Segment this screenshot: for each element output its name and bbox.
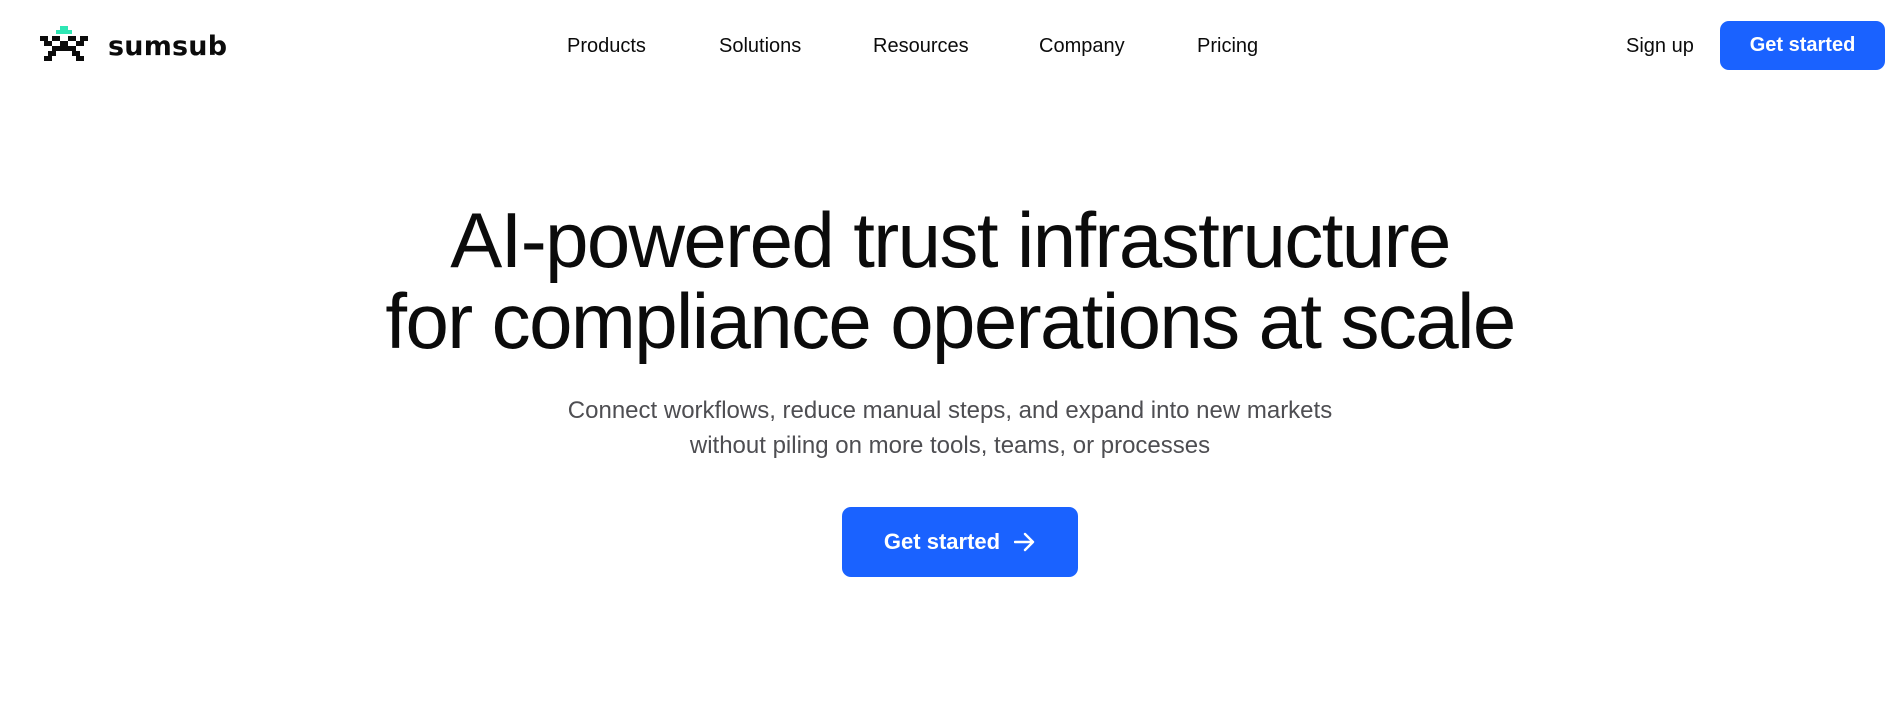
hero-subtitle-line: Connect workflows, reduce manual steps, … bbox=[567, 397, 1333, 424]
hero-section: AI-powered trust infrastructure for comp… bbox=[0, 200, 1900, 463]
hero-title-line: for compliance operations at scale bbox=[385, 277, 1516, 365]
nav-item-company[interactable]: Company bbox=[1039, 28, 1125, 64]
landing-page: sumsub Products Solutions Resources Comp… bbox=[0, 0, 1900, 728]
hero-title-line: AI-powered trust infrastructure bbox=[450, 196, 1451, 284]
hero-subtitle: Connect workflows, reduce manual steps, … bbox=[0, 393, 1900, 463]
hero-title: AI-powered trust infrastructure for comp… bbox=[0, 200, 1900, 362]
brand-logo[interactable]: sumsub bbox=[38, 24, 227, 68]
hero-subtitle-line: without piling on more tools, teams, or … bbox=[689, 432, 1211, 459]
hero-cta-label: Get started bbox=[883, 529, 1001, 554]
pixel-creature-logo-icon bbox=[40, 26, 88, 61]
nav-item-products[interactable]: Products bbox=[567, 28, 646, 64]
site-header: sumsub Products Solutions Resources Comp… bbox=[0, 0, 1900, 92]
header-get-started-button[interactable]: Get started bbox=[1720, 21, 1885, 70]
sign-up-link[interactable]: Sign up bbox=[1626, 28, 1694, 64]
hero-get-started-button[interactable]: Get started bbox=[842, 507, 1078, 577]
nav-item-resources[interactable]: Resources bbox=[873, 28, 969, 64]
brand-name: sumsub bbox=[108, 30, 228, 62]
nav-item-pricing[interactable]: Pricing bbox=[1197, 28, 1258, 64]
arrow-right-icon bbox=[1014, 532, 1035, 552]
nav-item-solutions[interactable]: Solutions bbox=[719, 28, 801, 64]
